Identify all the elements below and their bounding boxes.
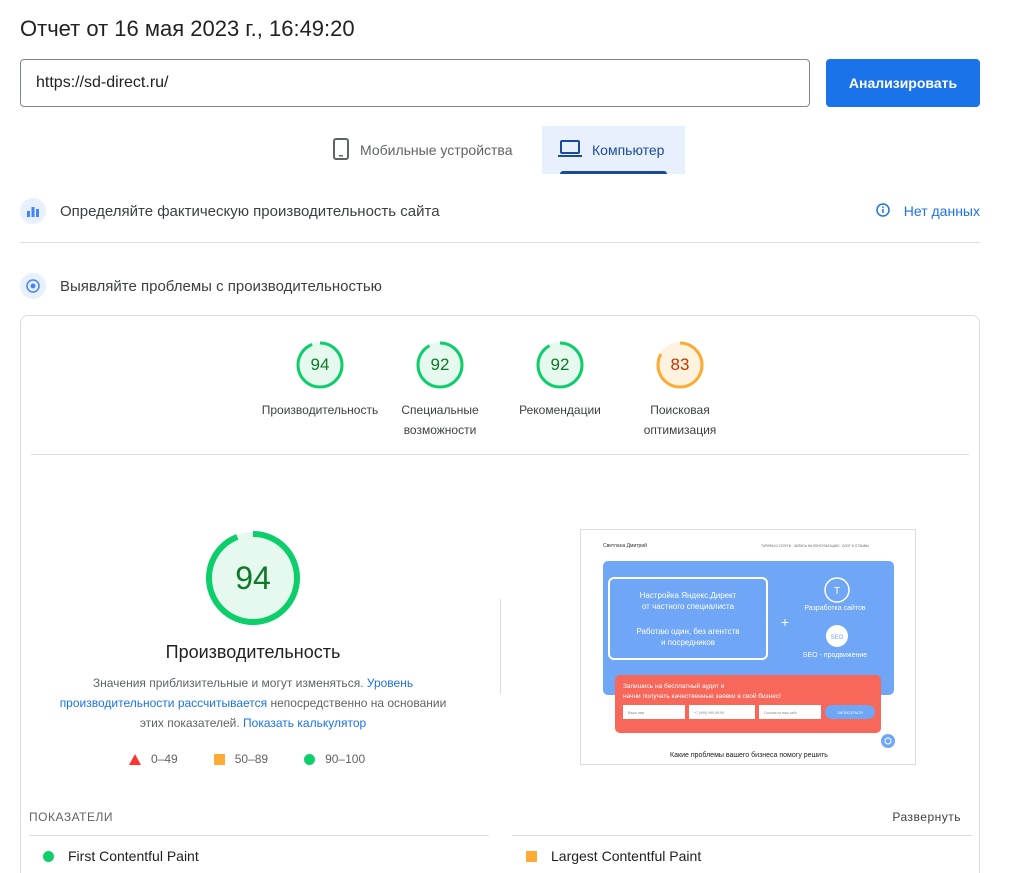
score-value: 92 <box>430 355 450 374</box>
score-label: Поисковая оптимизация <box>643 403 717 437</box>
performance-title: Производительность <box>165 642 341 662</box>
card-divider <box>31 454 969 455</box>
lab-data-section: Выявляйте проблемы с производительностью <box>20 273 980 299</box>
square-icon <box>526 850 537 862</box>
legend-item-average: 50–89 <box>213 752 268 766</box>
no-data-link[interactable]: Нет данных <box>876 202 980 220</box>
performance-score: 94 <box>235 559 271 596</box>
lab-target-icon <box>20 273 46 299</box>
users-chart-icon <box>20 198 46 224</box>
shot-field-phone: +7 (999) 999-99-99 <box>694 711 724 715</box>
analyze-button[interactable]: Анализировать <box>826 59 980 107</box>
shot-service-2: SEO - продвижение <box>803 652 867 659</box>
shot-service-1: Разработка сайтов <box>804 604 866 612</box>
field-data-section: Определяйте фактическую производительнос… <box>20 198 980 224</box>
score-label: Рекомендации <box>519 403 601 417</box>
score-ring: 92 <box>415 340 465 390</box>
svg-text:+: + <box>781 614 789 630</box>
shot-field-site: Ссылка на ваш сайт <box>764 711 797 715</box>
svg-text:T: T <box>834 586 840 597</box>
info-icon <box>876 202 890 220</box>
score-value: 94 <box>310 355 330 374</box>
tab-desktop-label: Компьютер <box>592 142 665 158</box>
shot-field-name: Ваше имя <box>628 711 644 715</box>
shot-cta-1: Запишись на бесплатный аудит и <box>623 682 725 690</box>
metric-name: First Contentful Paint <box>68 848 199 864</box>
shot-cta-2: начни получать качественные заявки в сво… <box>623 692 781 700</box>
score-value: 83 <box>670 355 690 374</box>
shot-hero-2: от частного специалиста <box>642 602 735 611</box>
section-divider <box>20 242 980 243</box>
score-value: 92 <box>550 355 570 374</box>
performance-description: Значения приблизительные и могут изменят… <box>59 676 447 730</box>
shot-hero-1: Настройка Яндекс.Директ <box>640 591 737 600</box>
shot-hero-4: и посредников <box>661 638 715 647</box>
url-input[interactable] <box>20 59 810 107</box>
score-legend: 0–49 50–89 90–100 <box>129 752 365 766</box>
metrics-divider <box>512 835 972 836</box>
performance-big-gauge: 94 <box>204 529 302 627</box>
expand-button[interactable]: Развернуть <box>892 810 961 824</box>
laptop-icon <box>558 139 582 161</box>
vertical-divider <box>500 599 501 694</box>
triangle-icon <box>129 753 141 765</box>
phone-icon <box>332 137 350 163</box>
score-gauge-performance[interactable]: 94 Производительность <box>255 340 385 420</box>
no-data-label: Нет данных <box>903 203 980 219</box>
tab-mobile-label: Мобильные устройства <box>360 142 513 158</box>
tab-selected-indicator <box>560 171 667 174</box>
score-gauge-accessibility[interactable]: 92 Специальные возможности <box>375 340 505 440</box>
shot-footer-text: Какие проблемы вашего бизнеса помогу реш… <box>670 751 828 759</box>
score-ring: 94 <box>295 340 345 390</box>
score-gauge-seo[interactable]: 83 Поисковая оптимизация <box>615 340 745 440</box>
legend-item-pass: 90–100 <box>304 752 365 766</box>
show-calculator-link[interactable]: Показать калькулятор <box>243 716 366 730</box>
metric-name: Largest Contentful Paint <box>551 848 702 864</box>
page-screenshot: Светлана Дмитрий ТАРИФЫ И УСЛУГИ · ЗАПИС… <box>580 529 916 765</box>
score-ring: 83 <box>655 340 705 390</box>
svg-text:SEO: SEO <box>831 635 844 641</box>
tab-desktop[interactable]: Компьютер <box>542 126 685 174</box>
score-label: Производительность <box>261 403 379 417</box>
metric-lcp[interactable]: Largest Contentful Paint <box>526 848 701 864</box>
shot-hero-3: Работаю один, без агентств <box>636 627 739 636</box>
score-ring: 92 <box>535 340 585 390</box>
circle-icon <box>304 753 316 765</box>
circle-icon <box>43 850 54 862</box>
lab-data-title: Выявляйте проблемы с производительностью <box>60 277 382 295</box>
score-label: Специальные возможности <box>401 403 479 437</box>
legend-item-fail: 0–49 <box>129 752 178 766</box>
shot-site-name: Светлана Дмитрий <box>603 542 647 549</box>
metrics-divider <box>29 835 489 836</box>
tab-mobile[interactable]: Мобильные устройства <box>316 126 529 174</box>
metric-fcp[interactable]: First Contentful Paint <box>43 848 199 864</box>
metrics-heading: ПОКАЗАТЕЛИ <box>29 810 113 824</box>
shot-submit: ЗАПИСАТЬСЯ <box>837 711 863 715</box>
report-card: 94 Производительность 92 Специальные возм… <box>20 315 980 873</box>
shot-nav: ТАРИФЫ И УСЛУГИ · ЗАПИСЬ НА КОНСУЛЬТАЦИЮ… <box>761 544 869 548</box>
report-title: Отчет от 16 мая 2023 г., 16:49:20 <box>20 16 355 41</box>
metrics-header: ПОКАЗАТЕЛИ Развернуть <box>29 810 961 824</box>
field-data-title: Определяйте фактическую производительнос… <box>60 202 440 220</box>
score-gauge-best-practices[interactable]: 92 Рекомендации <box>495 340 625 420</box>
square-icon <box>213 753 225 765</box>
